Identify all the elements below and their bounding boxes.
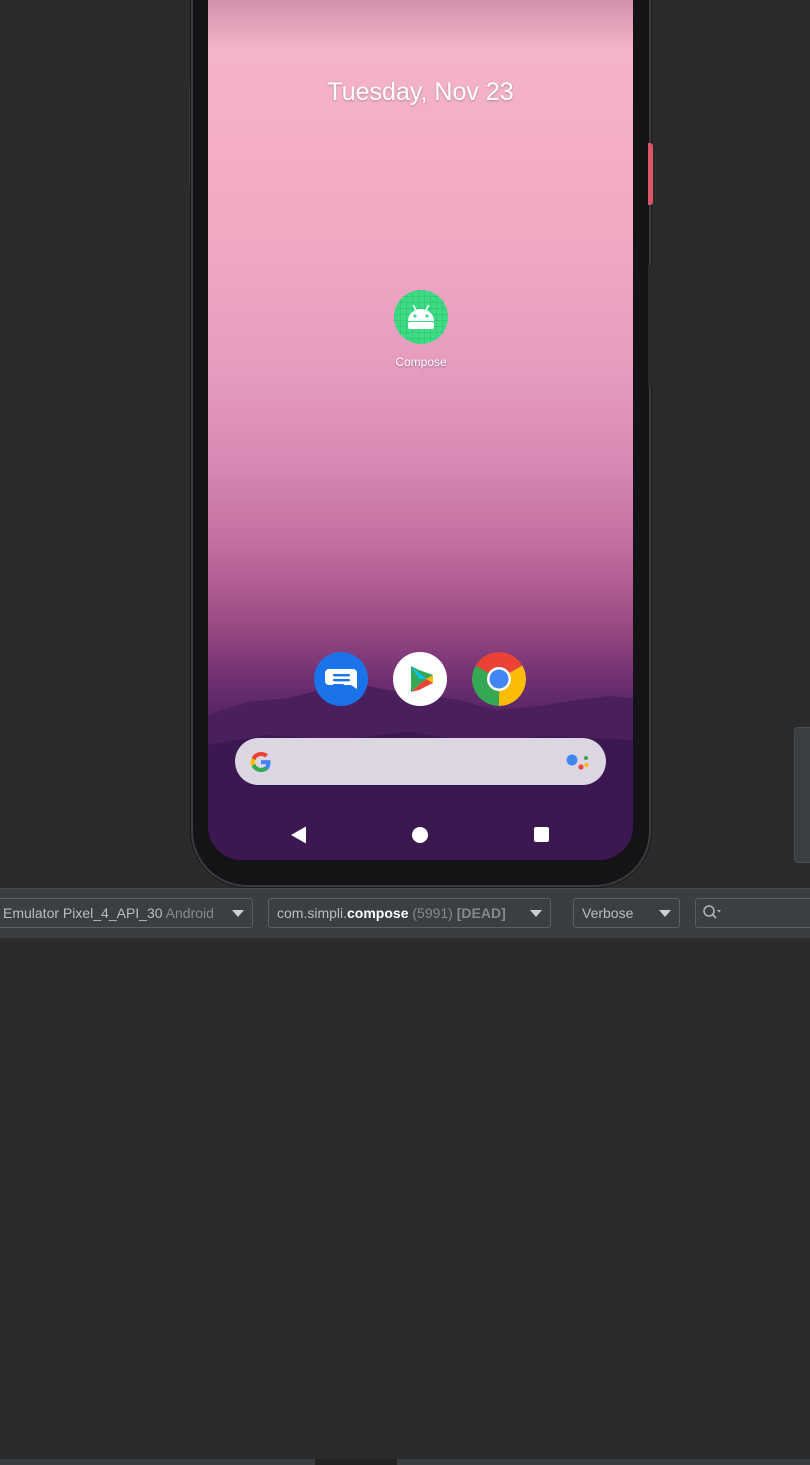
android-app-icon [394,290,448,344]
emulator-side-toolbar[interactable] [794,727,810,863]
process-package-name: compose [347,905,409,921]
phone-screen[interactable]: Tuesday, Nov 23 Compose [208,0,633,860]
google-g-icon [250,752,271,772]
dropdown-arrow-icon [659,910,671,917]
back-icon[interactable] [287,823,311,847]
play-store-icon[interactable] [393,652,447,706]
compose-app-label: Compose [395,355,447,369]
process-status: [DEAD] [456,905,506,921]
logcat-toolbar: Emulator Pixel_4_API_30 Android com.simp… [0,888,810,938]
logcat-output[interactable] [0,938,810,1460]
device-selector[interactable]: Emulator Pixel_4_API_30 Android [0,898,253,928]
log-level-value: Verbose [582,905,634,921]
process-pid: (5991) [412,905,453,921]
google-search-bar[interactable] [235,738,606,785]
process-selector[interactable]: com.simpli.compose (5991) [DEAD] [268,898,551,928]
volume-rocker[interactable] [648,265,652,387]
home-date: Tuesday, Nov 23 [327,78,514,106]
chrome-icon[interactable] [472,652,526,706]
dropdown-arrow-icon [530,910,542,917]
messages-icon[interactable] [314,652,368,706]
status-strip [0,1459,810,1465]
device-name: Emulator Pixel_4_API_30 [3,905,163,921]
assistant-icon[interactable] [565,752,591,772]
recents-icon[interactable] [530,823,554,847]
log-level-selector[interactable]: Verbose [573,898,680,928]
compose-app-shortcut[interactable]: Compose [386,290,456,369]
process-package-prefix: com.simpli. [277,905,348,921]
device-os: Android [165,905,214,921]
emulator-panel: Tuesday, Nov 23 Compose [0,0,810,888]
resize-handle[interactable] [315,1459,397,1465]
power-button[interactable] [648,143,653,205]
search-icon [703,905,721,919]
home-icon[interactable] [408,823,432,847]
dropdown-arrow-icon [232,910,244,917]
